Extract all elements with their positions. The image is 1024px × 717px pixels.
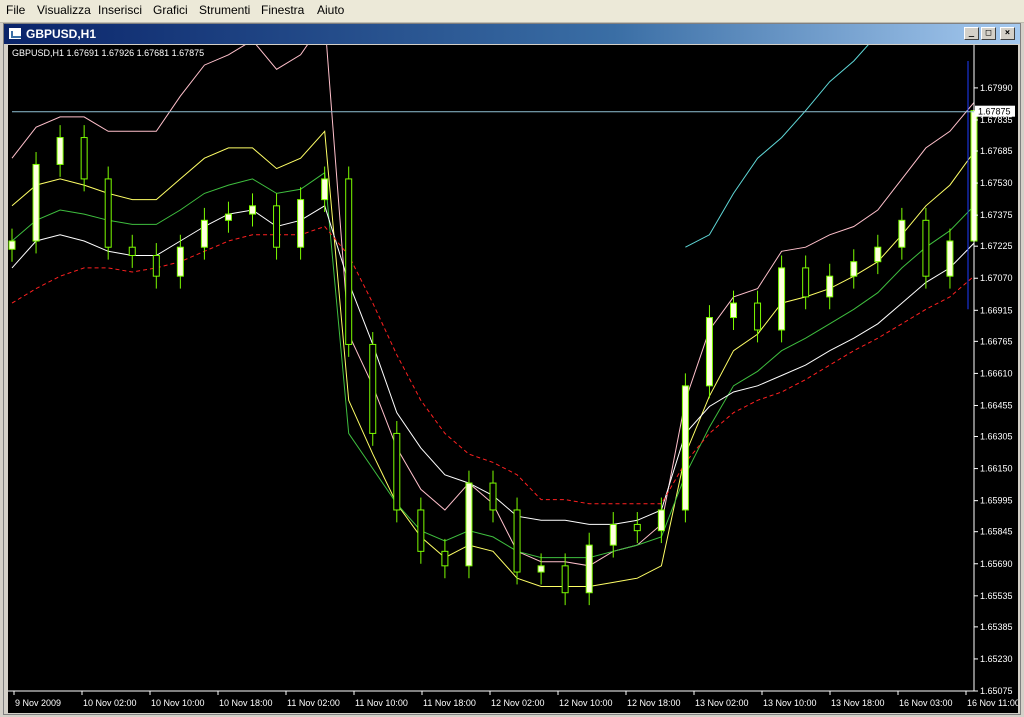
window-title: GBPUSD,H1 xyxy=(26,27,97,41)
chart-area[interactable]: GBPUSD,H1 1.67691 1.67926 1.67681 1.6787… xyxy=(8,45,1018,713)
y-tick-label: 1.67990 xyxy=(980,83,1013,93)
y-tick-label: 1.67225 xyxy=(980,241,1013,251)
maximize-button[interactable]: □ xyxy=(981,27,996,40)
candle-body xyxy=(273,205,281,248)
candle-body xyxy=(80,137,88,180)
menu-finestra[interactable]: Finestra xyxy=(261,3,304,17)
candle-body xyxy=(537,565,545,573)
x-tick-label: 9 Nov 2009 xyxy=(15,698,61,708)
candle-body xyxy=(898,219,906,248)
y-tick-label: 1.65535 xyxy=(980,591,1013,601)
x-tick-label: 16 Nov 03:00 xyxy=(899,698,953,708)
y-tick-label: 1.67835 xyxy=(980,115,1013,125)
x-tick-label: 10 Nov 18:00 xyxy=(219,698,273,708)
candle-body xyxy=(32,163,40,242)
y-tick-label: 1.66150 xyxy=(980,464,1013,474)
y-tick-label: 1.66610 xyxy=(980,368,1013,378)
chart-window-icon xyxy=(8,27,22,40)
candle-body xyxy=(8,240,16,250)
candle-body xyxy=(657,509,665,532)
candle-body xyxy=(152,254,160,277)
y-tick-label: 1.66455 xyxy=(980,400,1013,410)
y-tick-label: 1.67530 xyxy=(980,178,1013,188)
x-tick-label: 12 Nov 18:00 xyxy=(627,698,681,708)
candle-body xyxy=(633,523,641,532)
chart-window: GBPUSD,H1 _ □ × GBPUSD,H1 1.67691 1.6792… xyxy=(3,23,1021,715)
x-tick-label: 11 Nov 18:00 xyxy=(423,698,476,708)
candle-body xyxy=(754,302,762,331)
y-tick-label: 1.66765 xyxy=(980,336,1013,346)
y-tick-label: 1.65845 xyxy=(980,527,1013,537)
candle-body xyxy=(681,385,689,511)
candle-body xyxy=(513,509,521,573)
candle-body xyxy=(561,565,569,594)
candle-body xyxy=(369,343,377,434)
y-tick-label: 1.67375 xyxy=(980,210,1013,220)
candle-body xyxy=(489,482,497,511)
candle-body xyxy=(441,550,449,567)
series-line-band-upper2 xyxy=(685,45,869,248)
candle-body xyxy=(128,246,136,256)
x-tick-label: 12 Nov 02:00 xyxy=(491,698,545,708)
x-tick-label: 12 Nov 10:00 xyxy=(559,698,613,708)
menu-visualizza[interactable]: Visualizza xyxy=(37,3,91,17)
y-tick-label: 1.66915 xyxy=(980,305,1013,315)
candle-body xyxy=(778,267,786,331)
candle-body xyxy=(705,317,713,387)
candle-body xyxy=(585,544,593,594)
candle-body xyxy=(874,246,882,263)
x-tick-label: 10 Nov 02:00 xyxy=(83,698,137,708)
y-tick-label: 1.65075 xyxy=(980,686,1013,696)
candle-body xyxy=(393,432,401,511)
x-tick-label: 13 Nov 10:00 xyxy=(763,698,817,708)
candle-body xyxy=(946,240,954,277)
y-tick-label: 1.65385 xyxy=(980,622,1013,632)
x-tick-label: 16 Nov 11:00 xyxy=(967,698,1018,708)
candle-body xyxy=(730,302,737,319)
candle-body xyxy=(802,267,810,298)
candle-body xyxy=(321,178,329,201)
price-chart[interactable]: GBPUSD,H1 1.67691 1.67926 1.67681 1.6787… xyxy=(8,45,1018,713)
x-tick-label: 11 Nov 10:00 xyxy=(355,698,408,708)
minimize-button[interactable]: _ xyxy=(964,27,979,40)
menu-aiuto[interactable]: Aiuto xyxy=(317,3,344,17)
menu-bar: File Visualizza Inserisci Grafici Strume… xyxy=(0,0,1024,23)
window-titlebar[interactable]: GBPUSD,H1 _ □ × xyxy=(4,24,1020,44)
y-tick-label: 1.65995 xyxy=(980,496,1013,506)
candle-body xyxy=(345,178,353,345)
x-tick-label: 11 Nov 02:00 xyxy=(287,698,340,708)
candle-body xyxy=(826,275,834,298)
candle-body xyxy=(850,261,858,277)
candle-body xyxy=(176,246,184,277)
x-tick-label: 13 Nov 02:00 xyxy=(695,698,749,708)
y-tick-label: 1.67070 xyxy=(980,273,1013,283)
chart-header-text: GBPUSD,H1 1.67691 1.67926 1.67681 1.6787… xyxy=(12,48,204,58)
y-tick-label: 1.67685 xyxy=(980,146,1013,156)
y-tick-label: 1.66305 xyxy=(980,432,1013,442)
candle-body xyxy=(297,199,305,248)
menu-inserisci[interactable]: Inserisci xyxy=(98,3,142,17)
candle-body xyxy=(465,482,473,567)
candle-body xyxy=(609,523,617,546)
x-tick-label: 13 Nov 18:00 xyxy=(831,698,885,708)
menu-grafici[interactable]: Grafici xyxy=(153,3,188,17)
candle-body xyxy=(56,137,64,165)
x-tick-label: 10 Nov 10:00 xyxy=(151,698,205,708)
menu-file[interactable]: File xyxy=(6,3,25,17)
y-tick-label: 1.65690 xyxy=(980,559,1013,569)
candle-body xyxy=(104,178,112,248)
menu-strumenti[interactable]: Strumenti xyxy=(199,3,250,17)
candle-body xyxy=(249,205,256,215)
candle-body xyxy=(922,219,930,277)
close-button[interactable]: × xyxy=(1000,27,1015,40)
candle-body xyxy=(224,213,232,221)
y-tick-label: 1.65230 xyxy=(980,654,1013,664)
candle-body xyxy=(417,509,425,552)
candle-body xyxy=(200,219,208,248)
